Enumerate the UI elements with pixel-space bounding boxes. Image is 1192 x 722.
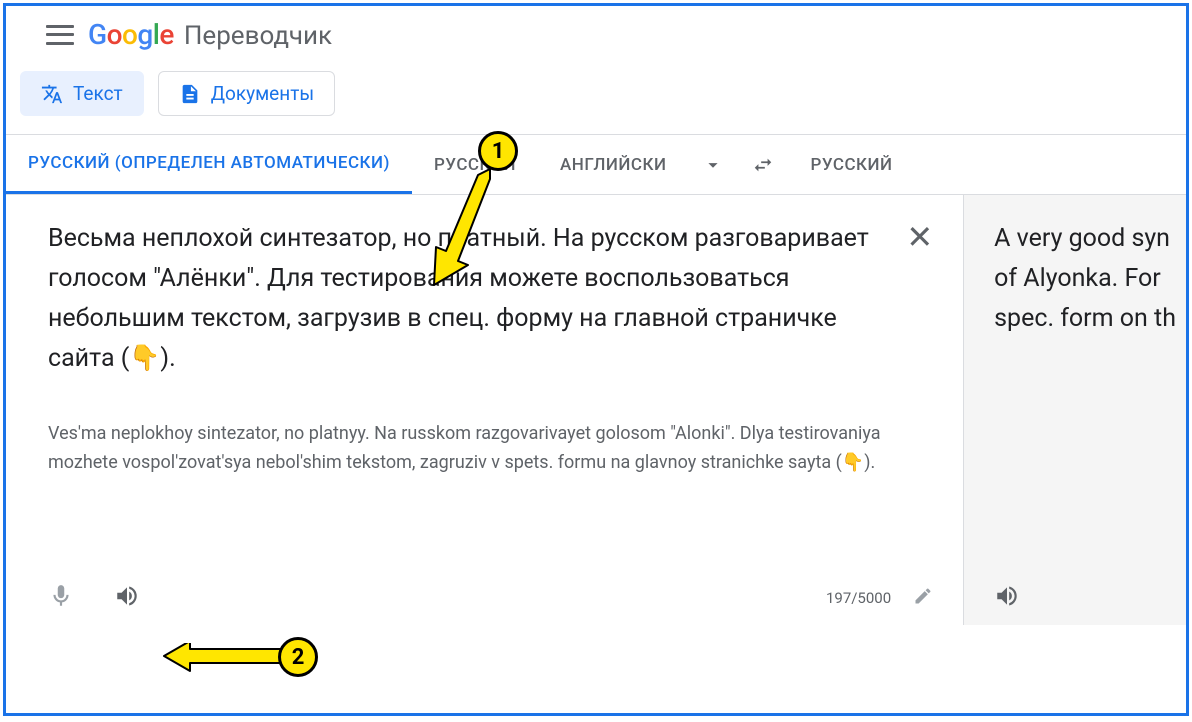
mode-documents-button[interactable]: Документы bbox=[158, 71, 335, 116]
swap-icon bbox=[752, 154, 774, 176]
language-bar: РУССКИЙ (ОПРЕДЕЛЕН АВТОМАТИЧЕСКИ) РУССКИ… bbox=[6, 135, 1186, 195]
src-lang-detected-tab[interactable]: РУССКИЙ (ОПРЕДЕЛЕН АВТОМАТИЧЕСКИ) bbox=[6, 135, 412, 194]
mode-text-button[interactable]: Текст bbox=[20, 71, 144, 116]
microphone-button[interactable] bbox=[48, 583, 74, 613]
source-toolbar: 197/5000 bbox=[48, 583, 933, 613]
mode-documents-label: Документы bbox=[211, 82, 314, 105]
target-panel: A very good syn of Alyonka. For spec. fo… bbox=[964, 195, 1186, 625]
keyboard-button[interactable] bbox=[913, 586, 933, 610]
panels: Весьма неплохой синтезатор, но платный. … bbox=[6, 195, 1186, 625]
annotation-marker-1: 1 bbox=[478, 131, 518, 171]
microphone-icon bbox=[48, 583, 74, 609]
swap-languages-button[interactable] bbox=[738, 154, 788, 176]
app-name: Переводчик bbox=[184, 21, 332, 51]
target-toolbar bbox=[994, 583, 1060, 613]
tgt-lang-russian-tab[interactable]: РУССКИЙ bbox=[788, 135, 914, 194]
header: Google Переводчик bbox=[6, 6, 1186, 65]
src-lang-english-tab[interactable]: АНГЛИЙСКИ bbox=[538, 135, 688, 194]
src-lang-more-button[interactable] bbox=[688, 154, 738, 176]
speaker-icon bbox=[114, 583, 140, 609]
chevron-down-icon bbox=[702, 154, 724, 176]
menu-icon[interactable] bbox=[46, 25, 74, 45]
source-transliteration: Ves'ma neplokhoy sintezator, no platnyy.… bbox=[48, 419, 888, 477]
pencil-icon bbox=[913, 586, 933, 606]
mode-row: Текст Документы bbox=[6, 65, 1186, 135]
logo[interactable]: Google Переводчик bbox=[88, 18, 332, 51]
annotation-arrow-1 bbox=[418, 161, 508, 291]
listen-target-button[interactable] bbox=[994, 594, 1020, 613]
annotation-arrow-2 bbox=[160, 643, 290, 673]
annotation-marker-2: 2 bbox=[278, 637, 318, 677]
target-text-output: A very good syn of Alyonka. For spec. fo… bbox=[994, 219, 1176, 339]
speaker-icon bbox=[994, 583, 1020, 609]
google-logo: Google bbox=[88, 18, 174, 51]
clear-input-button[interactable]: ✕ bbox=[906, 221, 933, 253]
char-count: 197/5000 bbox=[826, 589, 891, 607]
listen-source-button[interactable] bbox=[114, 583, 140, 613]
document-icon bbox=[179, 83, 201, 105]
mode-text-label: Текст bbox=[73, 82, 123, 105]
translate-icon bbox=[41, 83, 63, 105]
